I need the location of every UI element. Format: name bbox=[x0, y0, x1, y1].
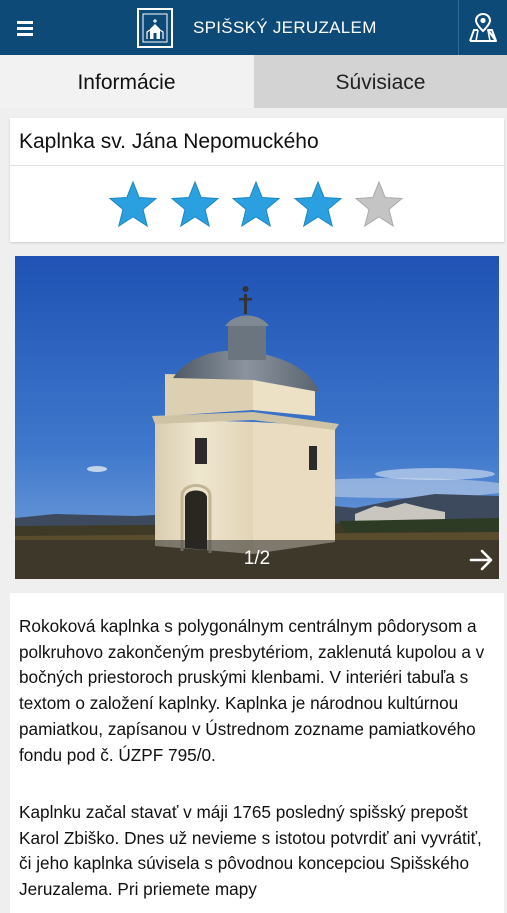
description-paragraph: Rokoková kaplnka s polygonálnym centráln… bbox=[19, 616, 485, 765]
top-app-bar: SPIŠSKÝ JERUZALEM bbox=[0, 0, 507, 55]
gallery-controls: 1/2 bbox=[15, 540, 499, 579]
toolbar-divider bbox=[458, 0, 459, 55]
divider bbox=[10, 165, 504, 166]
menu-button[interactable] bbox=[10, 12, 40, 42]
photo-counter: 1/2 bbox=[243, 548, 271, 569]
chapel-photo bbox=[15, 256, 499, 579]
tab-informacie[interactable]: Informácie bbox=[0, 55, 253, 108]
star-filled-icon[interactable] bbox=[231, 180, 281, 228]
church-logo-icon[interactable] bbox=[137, 8, 173, 48]
poi-title: Kaplnka sv. Jána Nepomuckého bbox=[19, 130, 319, 153]
star-filled-icon[interactable] bbox=[108, 180, 158, 228]
next-photo-button[interactable] bbox=[467, 546, 495, 574]
star-empty-icon[interactable] bbox=[354, 180, 404, 228]
app-title: SPIŠSKÝ JERUZALEM bbox=[193, 18, 377, 37]
star-filled-icon[interactable] bbox=[170, 180, 220, 228]
star-filled-icon[interactable] bbox=[293, 180, 343, 228]
photo-gallery[interactable]: 1/2 bbox=[15, 256, 499, 579]
map-pin-icon bbox=[469, 12, 497, 42]
poi-header-card: Kaplnka sv. Jána Nepomuckého bbox=[10, 118, 504, 242]
description-paragraph: Kaplnku začal stavať v máji 1765 posledn… bbox=[19, 802, 482, 900]
map-button[interactable] bbox=[462, 8, 504, 48]
tab-bar: Informácie Súvisiace bbox=[0, 55, 507, 108]
description-card: Rokoková kaplnka s polygonálnym centráln… bbox=[10, 593, 504, 913]
tab-suvisiace[interactable]: Súvisiace bbox=[254, 55, 507, 108]
arrow-right-icon bbox=[469, 549, 493, 571]
